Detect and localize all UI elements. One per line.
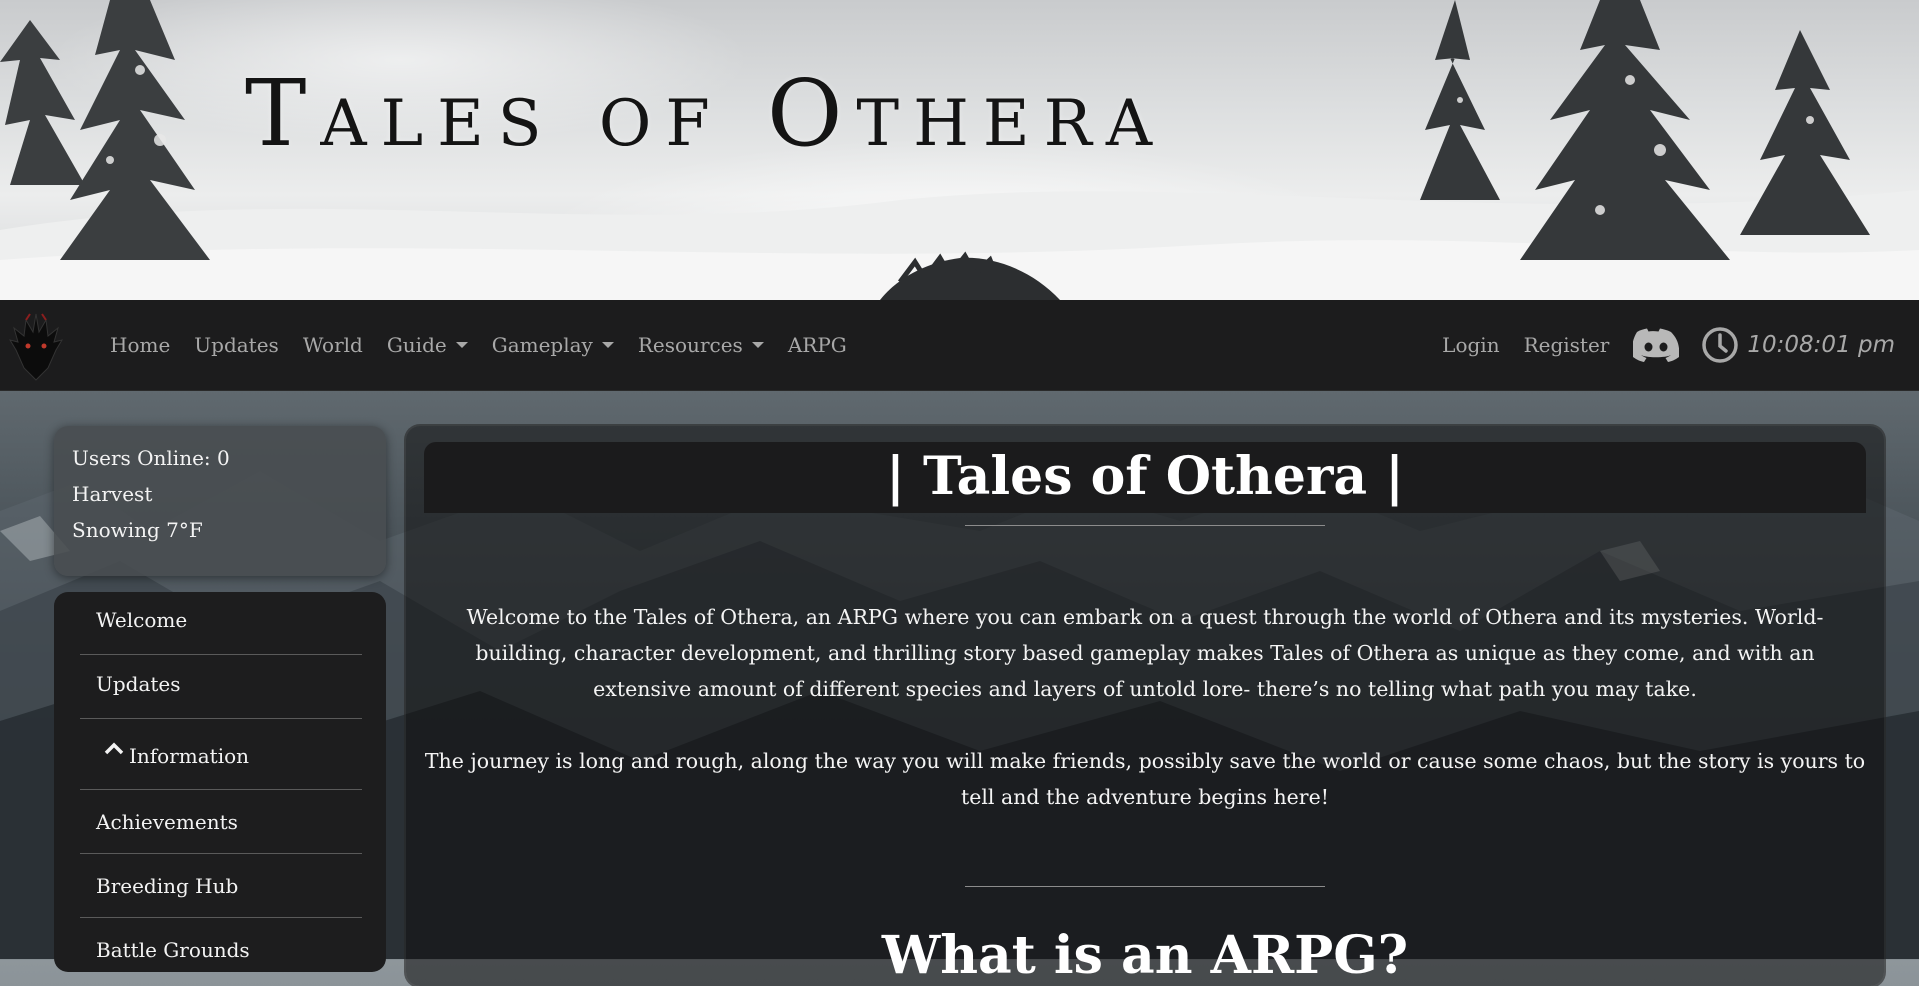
sidebar-menu: Welcome Updates Information Achievements… xyxy=(54,592,386,972)
intro-paragraph: Welcome to the Tales of Othera, an ARPG … xyxy=(466,605,1824,701)
caret-down-icon xyxy=(601,342,614,348)
weather-label: Snowing 7°F xyxy=(72,518,203,542)
clock-icon xyxy=(1702,327,1739,363)
status-card: Users Online: 0 Harvest Snowing 7°F xyxy=(54,426,386,576)
clock-time: 10:08:01 pm xyxy=(1747,332,1895,358)
season-label: Harvest xyxy=(72,482,153,506)
discord-icon[interactable] xyxy=(1633,327,1680,363)
journey-paragraph: The journey is long and rough, along the… xyxy=(424,749,1866,809)
chevron-up-icon xyxy=(104,742,124,755)
login-link[interactable]: Login xyxy=(1442,333,1499,357)
sidebar-item-welcome[interactable]: Welcome xyxy=(80,592,362,655)
nav-world[interactable]: World xyxy=(303,333,363,357)
nav-updates[interactable]: Updates xyxy=(194,333,279,357)
sidebar-item-battle-grounds[interactable]: Battle Grounds xyxy=(80,918,362,981)
nav-home[interactable]: Home xyxy=(110,333,170,357)
nav-arpg[interactable]: ARPG xyxy=(788,333,847,357)
title-divider xyxy=(965,525,1325,526)
sidebar-item-information[interactable]: Information xyxy=(80,719,362,790)
users-online: Users Online: 0 xyxy=(72,446,230,470)
section-heading: What is an ARPG? xyxy=(881,925,1409,986)
sidebar-item-breeding-hub[interactable]: Breeding Hub xyxy=(80,854,362,918)
sidebar-item-achievements[interactable]: Achievements xyxy=(80,790,362,854)
caret-down-icon xyxy=(455,342,468,348)
page-title: | Tales of Othera | xyxy=(885,446,1405,507)
dragon-head-icon[interactable] xyxy=(6,310,66,382)
nav-guide-dropdown[interactable]: Guide xyxy=(387,333,468,357)
main-navbar: Home Updates World Guide Gameplay Resour… xyxy=(0,300,1919,391)
nav-resources-dropdown[interactable]: Resources xyxy=(638,333,764,357)
sidebar-item-updates[interactable]: Updates xyxy=(80,655,362,719)
nav-links: Home Updates World Guide Gameplay Resour… xyxy=(110,300,847,390)
nav-user-area: Login Register 10:08:01 pm xyxy=(1442,300,1895,390)
nav-gameplay-dropdown[interactable]: Gameplay xyxy=(492,333,614,357)
section-divider xyxy=(965,886,1325,887)
register-link[interactable]: Register xyxy=(1524,333,1610,357)
site-banner: Tales of Othera xyxy=(0,0,1919,300)
banner-title: Tales of Othera xyxy=(245,60,1167,167)
caret-down-icon xyxy=(751,342,764,348)
